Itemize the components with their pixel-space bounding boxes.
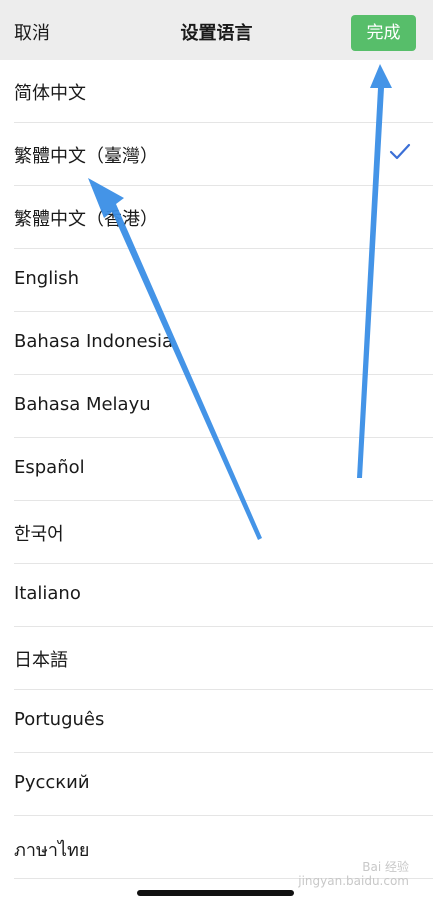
language-label: 繁體中文（臺灣）	[14, 146, 158, 167]
language-item-ko[interactable]: 한국어	[0, 501, 433, 564]
nav-bar: 取消 设置语言 完成	[0, 0, 433, 60]
language-item-id[interactable]: Bahasa Indonesia	[0, 312, 433, 375]
language-label: ภาษาไทย	[14, 840, 90, 861]
language-label: Bahasa Melayu	[14, 394, 151, 415]
language-label: 한국어	[14, 524, 64, 545]
language-label: Español	[14, 457, 85, 478]
language-list: 简体中文 繁體中文（臺灣） 繁體中文（香港） English Bahasa In…	[0, 60, 433, 879]
language-label: Português	[14, 709, 105, 730]
language-item-en[interactable]: English	[0, 249, 433, 312]
language-item-pt[interactable]: Português	[0, 690, 433, 753]
language-item-zh-tw[interactable]: 繁體中文（臺灣）	[0, 123, 433, 186]
watermark: Bai 经验 jingyan.baidu.com	[298, 860, 409, 888]
language-label: 繁體中文（香港）	[14, 209, 158, 230]
language-label: English	[14, 268, 79, 289]
language-label: Italiano	[14, 583, 81, 604]
language-label: Bahasa Indonesia	[14, 331, 173, 352]
language-item-it[interactable]: Italiano	[0, 564, 433, 627]
language-item-ru[interactable]: Русский	[0, 753, 433, 816]
check-icon	[389, 143, 411, 160]
done-button[interactable]: 完成	[351, 15, 416, 51]
language-item-es[interactable]: Español	[0, 438, 433, 501]
language-item-zh-hk[interactable]: 繁體中文（香港）	[0, 186, 433, 249]
language-item-ms[interactable]: Bahasa Melayu	[0, 375, 433, 438]
language-label: 简体中文	[14, 83, 86, 104]
language-item-ja[interactable]: 日本語	[0, 627, 433, 690]
language-label: 日本語	[14, 650, 68, 671]
language-label: Русский	[14, 772, 90, 793]
home-indicator	[137, 890, 294, 896]
language-item-zh-hans[interactable]: 简体中文	[0, 60, 433, 123]
